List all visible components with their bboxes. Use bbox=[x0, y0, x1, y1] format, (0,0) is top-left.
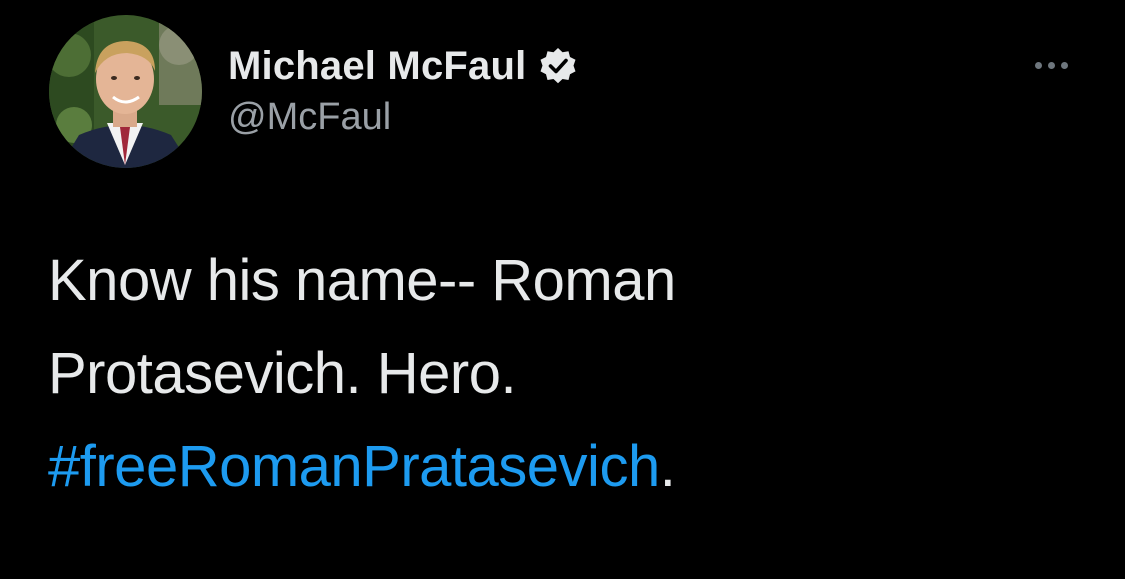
tweet-line-1: Know his name-- Roman bbox=[48, 248, 676, 313]
tweet-card: Michael McFaul @McFaul Know his name-- R… bbox=[0, 0, 1125, 579]
tweet-line-2: Protasevich. Hero. bbox=[48, 341, 517, 406]
name-row: Michael McFaul bbox=[228, 38, 578, 94]
more-options-icon bbox=[1034, 61, 1042, 69]
display-name[interactable]: Michael McFaul bbox=[228, 44, 526, 89]
avatar[interactable] bbox=[49, 15, 202, 168]
more-options-icon-dot bbox=[1047, 61, 1055, 69]
more-options-icon-dot bbox=[1060, 61, 1068, 69]
hashtag-link[interactable]: #freeRomanPratasevich bbox=[48, 434, 660, 499]
author-info: Michael McFaul @McFaul bbox=[228, 38, 578, 139]
tweet-text: Know his name-- Roman Protasevich. Hero.… bbox=[48, 234, 1088, 513]
tweet-line-3: #freeRomanPratasevich. bbox=[48, 420, 1088, 513]
verified-badge-icon bbox=[538, 46, 578, 86]
more-options-button[interactable] bbox=[1026, 50, 1076, 80]
user-handle[interactable]: @McFaul bbox=[228, 96, 578, 139]
trailing-period: . bbox=[659, 434, 676, 499]
avatar-photo bbox=[49, 15, 202, 168]
